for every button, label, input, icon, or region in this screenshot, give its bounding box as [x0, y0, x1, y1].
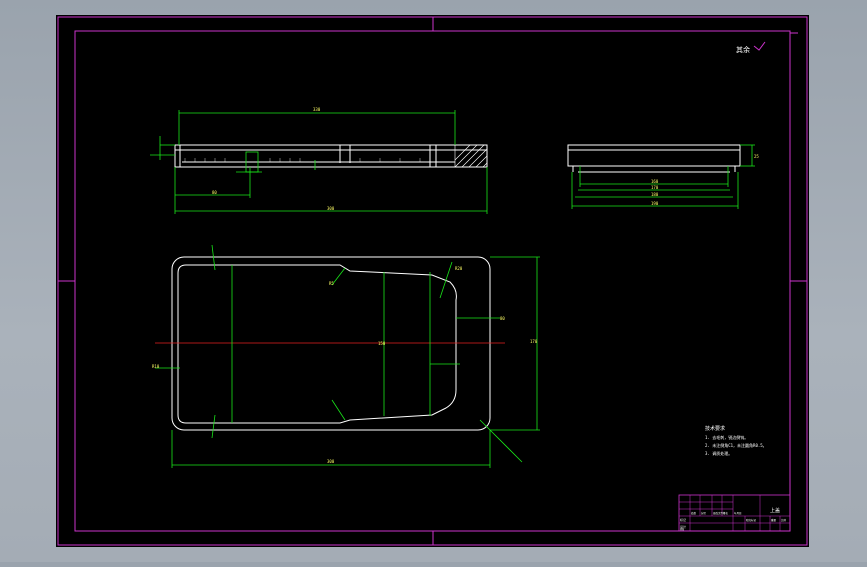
tb-scale-2: 重量: [771, 518, 777, 522]
notes-line-1: 1. 去毛刺，锐边倒钝。: [705, 434, 748, 440]
tb-scale-1: 阶段标记: [746, 518, 757, 522]
dim-right-1: 160: [651, 179, 659, 184]
tb-cell-5: 年月日: [734, 511, 742, 515]
dim-right-height: 25: [754, 154, 759, 159]
dim-plan-mid: 150: [378, 341, 386, 346]
dim-right-3: 180: [651, 192, 659, 197]
tb-row-label-1: 标记: [680, 517, 686, 522]
part-name: 上盖: [770, 507, 780, 514]
dim-top-overall: 300: [327, 206, 335, 211]
notes-line-2: 2. 未注倒角C1，未注圆角R0.5。: [705, 442, 767, 448]
dim-plan-r1: R5: [329, 281, 334, 286]
tb-cell-1: 处数: [691, 511, 697, 515]
tb-cell-4: 签名: [723, 511, 729, 515]
cad-drawing: 其余 330 300 80 160 170 180 190 25 300 170…: [56, 15, 809, 547]
tb-scale-3: 比例: [781, 518, 787, 522]
dim-plan-inner: 80: [500, 316, 505, 321]
notes-line-3: 3. 调质处理。: [705, 450, 732, 456]
dim-plan-width: 300: [327, 459, 335, 464]
roughness-label: 其余: [736, 45, 750, 54]
tb-row-label-2: 设计: [680, 524, 686, 529]
dim-right-2: 170: [651, 185, 659, 190]
dim-plan-r2: R20: [455, 266, 463, 271]
dim-plan-height: 170: [530, 339, 538, 344]
notes-title: 技术要求: [705, 425, 725, 432]
dim-top-small: 80: [212, 190, 217, 195]
dim-top-width: 330: [313, 107, 321, 112]
drawing-sheet: [56, 15, 809, 547]
dim-right-4: 190: [651, 201, 659, 206]
drawing-viewport[interactable]: 其余 330 300 80 160 170 180 190 25 300 170…: [0, 0, 867, 562]
tb-cell-2: 分区: [701, 511, 707, 515]
dim-plan-left: R10: [152, 364, 160, 369]
